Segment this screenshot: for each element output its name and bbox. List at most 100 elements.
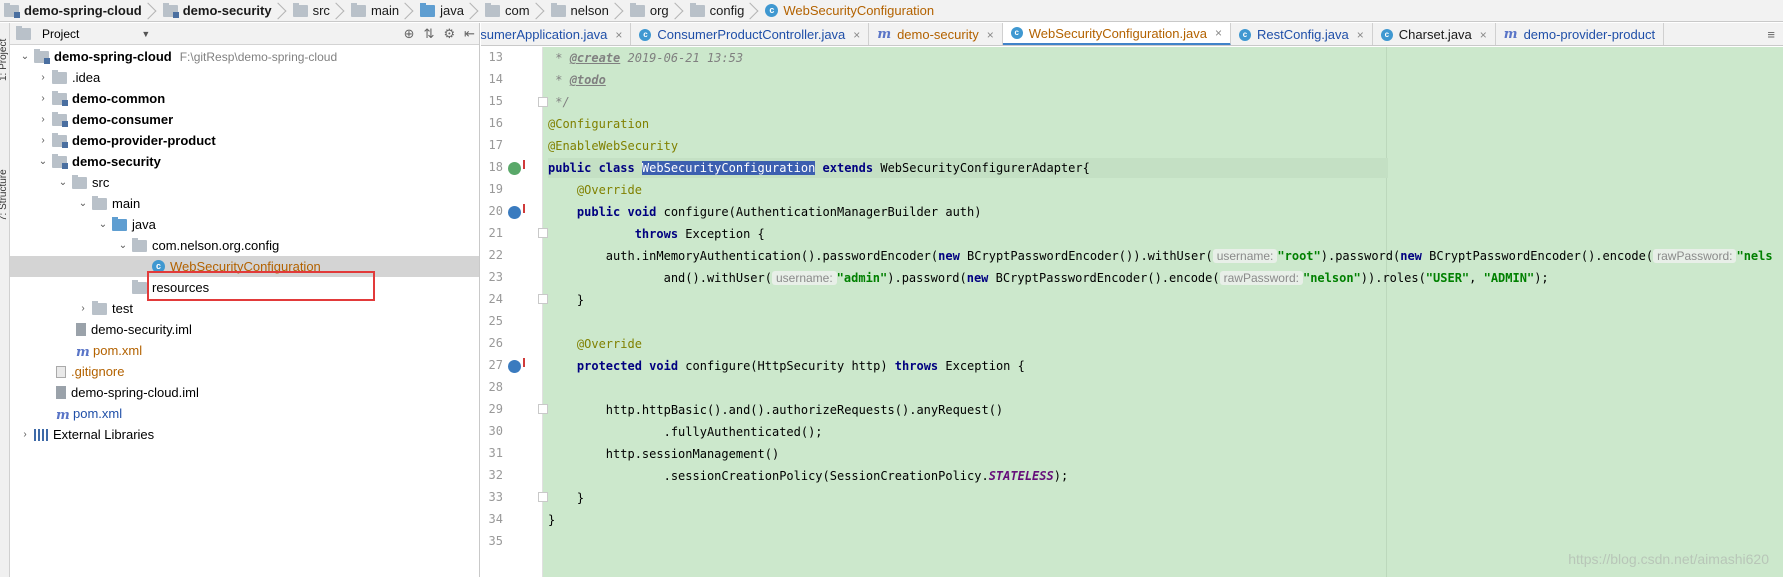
line-number: 27: [488, 358, 503, 372]
breadcrumb-item-src[interactable]: src: [289, 0, 347, 21]
chevron-right-icon[interactable]: ›: [18, 429, 32, 440]
hide-panel-icon[interactable]: ⇤: [464, 26, 475, 42]
module-icon: [52, 111, 68, 127]
chevron-right-icon[interactable]: ›: [36, 114, 50, 125]
gear-icon[interactable]: ⚙: [443, 26, 455, 42]
chevron-right-icon[interactable]: ›: [36, 135, 50, 146]
close-icon[interactable]: ×: [1480, 28, 1487, 42]
fold-marker-icon[interactable]: [538, 294, 548, 304]
chevron-right-icon[interactable]: ›: [76, 303, 90, 314]
code-line-32: .sessionCreationPolicy(SessionCreationPo…: [548, 469, 1069, 483]
tree-item-gitignore[interactable]: .gitignore: [10, 361, 479, 382]
chevron-right-icon[interactable]: ›: [36, 72, 50, 83]
line-number: 32: [488, 468, 503, 482]
tree-item-java[interactable]: ⌄ java: [10, 214, 479, 235]
breadcrumb-item-com[interactable]: com: [481, 0, 547, 21]
bean-class-gutter-icon[interactable]: [508, 160, 525, 175]
module-icon: [162, 2, 179, 18]
collapse-all-icon[interactable]: ⇅: [424, 26, 435, 42]
folder-icon: [292, 2, 308, 17]
tree-item-pom-xml-root[interactable]: m pom.xml: [10, 403, 479, 424]
package-icon: [550, 2, 566, 17]
module-icon: [52, 153, 68, 169]
breadcrumb-item-nelson[interactable]: nelson: [547, 0, 626, 21]
breadcrumb-item-java[interactable]: java: [416, 0, 481, 21]
parameter-hint: username:: [1212, 249, 1278, 263]
parameter-hint: username:: [771, 271, 837, 285]
tree-item-demo-provider-product[interactable]: › demo-provider-product: [10, 130, 479, 151]
tree-item-demo-common[interactable]: › demo-common: [10, 88, 479, 109]
code-line-17: @EnableWebSecurity: [548, 139, 679, 153]
tab-charset[interactable]: c Charset.java ×: [1373, 23, 1496, 45]
tree-item-idea[interactable]: › .idea: [10, 67, 479, 88]
fold-marker-icon[interactable]: [538, 97, 548, 107]
line-number: 13: [488, 50, 503, 64]
code-line-13: * @create 2019-06-21 13:53: [548, 51, 744, 65]
breadcrumb-item-demo-spring-cloud[interactable]: demo-spring-cloud: [0, 0, 159, 21]
tree-item-demo-spring-cloud[interactable]: ⌄ demo-spring-cloud F:\gitResp\demo-sprin…: [10, 46, 479, 67]
override-method-gutter-icon[interactable]: [508, 204, 525, 219]
maven-icon: m: [877, 27, 892, 42]
close-icon[interactable]: ×: [615, 28, 622, 42]
chevron-down-icon[interactable]: ⌄: [18, 51, 32, 62]
tab-consumer-product-controller[interactable]: c ConsumerProductController.java ×: [631, 23, 870, 45]
folder-icon: [52, 69, 67, 84]
code-editor[interactable]: [543, 47, 1783, 577]
chevron-down-icon[interactable]: ⌄: [36, 156, 50, 167]
code-line-29: http.httpBasic().and().authorizeRequests…: [548, 403, 1004, 417]
project-tool-tab[interactable]: 1: Project: [0, 39, 9, 81]
breadcrumb-item-main[interactable]: main: [347, 0, 416, 21]
project-panel-title[interactable]: Project: [42, 27, 79, 41]
chevron-right-icon[interactable]: ›: [36, 93, 50, 104]
tree-item-demo-security[interactable]: ⌄ demo-security: [10, 151, 479, 172]
line-number: 16: [488, 116, 503, 130]
line-number: 35: [488, 534, 503, 548]
tab-consumer-application[interactable]: nsumerApplication.java ×: [481, 23, 632, 45]
tab-demo-provider-product[interactable]: m demo-provider-product: [1496, 23, 1665, 45]
package-icon: [484, 2, 500, 17]
chevron-down-icon[interactable]: ⌄: [76, 198, 90, 209]
tree-item-main[interactable]: ⌄ main: [10, 193, 479, 214]
tab-list-menu-icon[interactable]: ≡: [1759, 23, 1783, 45]
breadcrumb-item-demo-security[interactable]: demo-security: [159, 0, 289, 21]
tab-restconfig[interactable]: c RestConfig.java ×: [1231, 23, 1373, 45]
fold-marker-icon[interactable]: [538, 404, 548, 414]
structure-tool-tab[interactable]: 7: Structure: [0, 169, 9, 221]
tree-item-test[interactable]: › test: [10, 298, 479, 319]
highlight-outline: [147, 271, 375, 301]
chevron-down-icon[interactable]: ⌄: [116, 240, 130, 251]
tree-item-demo-spring-cloud-iml[interactable]: demo-spring-cloud.iml: [10, 382, 479, 403]
close-icon[interactable]: ×: [1215, 26, 1222, 40]
breadcrumb-item-org[interactable]: org: [626, 0, 686, 21]
tree-item-pom-xml-security[interactable]: m pom.xml: [10, 340, 479, 361]
tree-item-src[interactable]: ⌄ src: [10, 172, 479, 193]
close-icon[interactable]: ×: [987, 28, 994, 42]
source-folder-icon: [112, 216, 127, 231]
tab-websecurityconfiguration[interactable]: c WebSecurityConfiguration.java ×: [1002, 23, 1231, 45]
package-icon: [629, 2, 645, 17]
locate-target-icon[interactable]: ⊕: [404, 26, 415, 42]
override-method-gutter-icon[interactable]: [508, 358, 525, 373]
breadcrumb-item-websecurityconfiguration[interactable]: c WebSecurityConfiguration: [761, 0, 937, 21]
chevron-down-icon[interactable]: ⌄: [96, 219, 110, 230]
breadcrumb-item-config[interactable]: config: [686, 0, 762, 21]
parameter-hint: rawPassword:: [1653, 249, 1737, 263]
close-icon[interactable]: ×: [1357, 28, 1364, 42]
chevron-down-icon[interactable]: ⌄: [56, 177, 70, 188]
chevron-down-icon[interactable]: ▼: [141, 29, 150, 39]
tree-item-external-libraries[interactable]: › External Libraries: [10, 424, 479, 445]
tab-demo-security[interactable]: m demo-security ×: [869, 23, 1003, 45]
code-line-27: protected void configure(HttpSecurity ht…: [548, 359, 1025, 373]
tree-item-demo-consumer[interactable]: › demo-consumer: [10, 109, 479, 130]
code-line-21: throws Exception {: [548, 227, 765, 241]
tree-item-demo-security-iml[interactable]: demo-security.iml: [10, 319, 479, 340]
fold-marker-icon[interactable]: [538, 228, 548, 238]
class-icon: c: [1380, 28, 1393, 41]
close-icon[interactable]: ×: [853, 28, 860, 42]
fold-marker-icon[interactable]: [538, 492, 548, 502]
code-line-33: }: [548, 491, 585, 505]
class-icon: c: [639, 28, 652, 41]
project-panel-header: Project ▼ ⊕ ⇅ ⚙ ⇤: [10, 23, 479, 45]
folder-icon: [72, 174, 87, 189]
tree-item-package-config[interactable]: ⌄ com.nelson.org.config: [10, 235, 479, 256]
